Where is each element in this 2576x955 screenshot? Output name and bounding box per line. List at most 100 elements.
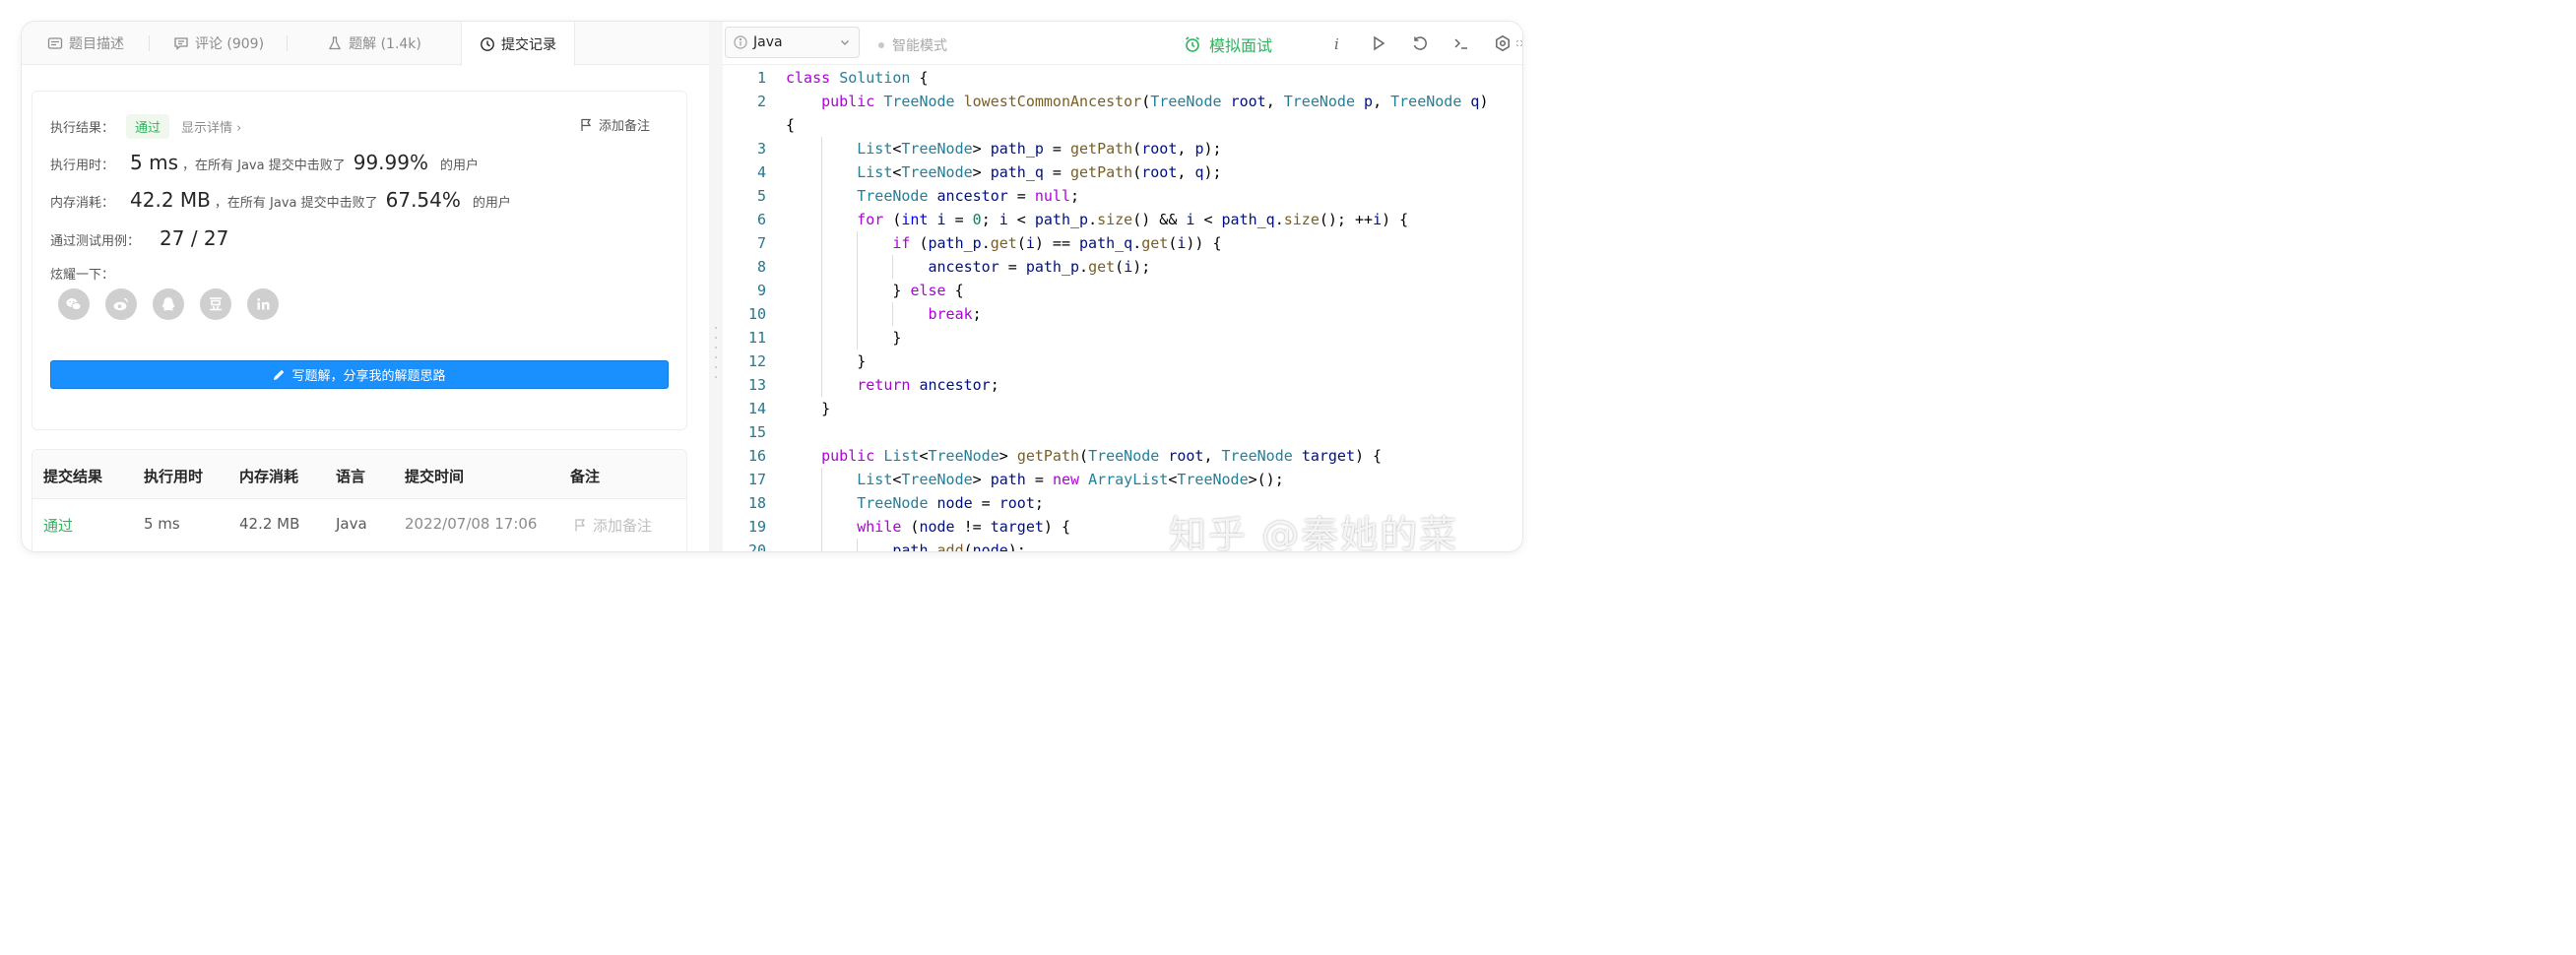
description-icon	[47, 37, 63, 49]
line-number: 1	[756, 69, 766, 87]
column-header-runtime: 执行用时	[144, 468, 204, 485]
line-number: 20	[747, 541, 766, 551]
code-line[interactable]: 1 class Solution {	[723, 66, 1522, 90]
share-linkedin-button[interactable]	[247, 288, 279, 320]
code-line[interactable]: 7 if (path_p.get(i) == path_q.get(i)) {	[723, 231, 1522, 255]
line-number: 16	[747, 447, 766, 465]
smart-mode-toggle[interactable]: 智能模式	[878, 35, 947, 55]
tab-bar: 题目描述 评论 (909) 题解 (1.4k) 提交记录	[22, 22, 709, 66]
share-weibo-button[interactable]	[105, 288, 137, 320]
line-number: 8	[756, 258, 766, 276]
tests-value: 27 / 27	[160, 226, 229, 250]
code-text: }	[786, 352, 867, 370]
runtime-row: 执行用时： 5 ms ，在所有 Java 提交中击败了 99.99% 的用户	[50, 151, 479, 174]
mode-dot-icon	[878, 42, 884, 48]
douban-icon	[210, 297, 222, 311]
code-line[interactable]: 14 }	[723, 397, 1522, 420]
line-number: 7	[756, 234, 766, 252]
comment-icon	[174, 37, 188, 50]
code-text: for (int i = 0; i < path_p.size() && i <…	[857, 211, 1409, 228]
line-number: 17	[747, 471, 766, 488]
flag-icon	[575, 519, 586, 532]
tab-label: 题目描述	[69, 36, 124, 52]
memory-suffix: 的用户	[472, 196, 511, 211]
line-number: 14	[747, 400, 766, 417]
code-line[interactable]: 9 } else {	[723, 279, 1522, 302]
code-line[interactable]: 15	[723, 420, 1522, 444]
code-text: List<TreeNode> path = new ArrayList<Tree…	[857, 471, 1284, 488]
code-line[interactable]: 17 List<TreeNode> path = new ArrayList<T…	[723, 468, 1522, 491]
code-line[interactable]: {	[723, 113, 1522, 137]
write-solution-label: 写题解，分享我的解题思路	[291, 369, 446, 384]
linkedin-icon	[257, 298, 270, 310]
console-icon	[1454, 38, 1467, 49]
run-button[interactable]	[1369, 33, 1388, 53]
row-status[interactable]: 通过	[43, 515, 73, 536]
tab-submissions[interactable]: 提交记录	[461, 22, 575, 66]
code-line[interactable]: 12 }	[723, 350, 1522, 373]
console-button[interactable]	[1451, 33, 1471, 53]
code-line[interactable]: 13 return ancestor;	[723, 373, 1522, 397]
line-number: 10	[747, 305, 766, 323]
code-line[interactable]: 4 List<TreeNode> path_q = getPath(root, …	[723, 160, 1522, 184]
tab-comments[interactable]: 评论 (909)	[150, 22, 288, 65]
column-header-status: 提交结果	[43, 468, 103, 485]
submissions-table: 提交结果 执行用时 内存消耗 语言 提交时间 备注 通过 5 ms 42.2 M…	[32, 449, 687, 551]
runtime-suffix: 的用户	[440, 159, 480, 173]
status-badge: 通过	[126, 114, 170, 139]
row-add-note-button[interactable]: 添加备注	[574, 515, 652, 536]
mock-interview-button[interactable]: 模拟面试	[1184, 32, 1272, 56]
tab-label: 题解 (1.4k)	[349, 36, 421, 52]
code-editor-pane: Java 智能模式 模拟面试 i 1 class Solution {2 pu…	[723, 22, 1522, 551]
line-number: 6	[756, 211, 766, 228]
language-select[interactable]: Java	[725, 27, 860, 58]
info-icon: i	[1334, 35, 1339, 52]
pane-splitter[interactable]	[709, 22, 723, 551]
line-number: 18	[747, 494, 766, 512]
code-area[interactable]: 1 class Solution {2 public TreeNode lowes…	[723, 66, 1522, 551]
add-note-button[interactable]: 添加备注	[580, 115, 650, 134]
run-icon	[1374, 35, 1385, 51]
info-button[interactable]: i	[1327, 33, 1347, 53]
code-line[interactable]: 16 public List<TreeNode> getPath(TreeNod…	[723, 444, 1522, 468]
code-text: if (path_p.get(i) == path_q.get(i)) {	[892, 234, 1222, 252]
info-circle-icon	[734, 35, 747, 49]
code-text: {	[786, 116, 796, 134]
fullscreen-button[interactable]	[1516, 33, 1522, 53]
reset-button[interactable]	[1410, 33, 1430, 53]
code-text: path.add(node);	[892, 541, 1026, 551]
code-line[interactable]: 2 public TreeNode lowestCommonAncestor(T…	[723, 90, 1522, 113]
memory-value: 42.2 MB	[130, 188, 211, 212]
memory-label: 内存消耗：	[50, 196, 115, 211]
settings-icon	[1496, 34, 1510, 52]
code-line[interactable]: 11 }	[723, 326, 1522, 350]
settings-button[interactable]	[1493, 33, 1513, 53]
code-line[interactable]: 5 TreeNode ancestor = null;	[723, 184, 1522, 208]
share-qq-button[interactable]	[153, 288, 184, 320]
share-wechat-button[interactable]	[58, 288, 90, 320]
memory-text: ，在所有 Java 提交中击败了	[214, 196, 378, 211]
code-line[interactable]: 10 break;	[723, 302, 1522, 326]
line-number: 12	[747, 352, 766, 370]
line-number: 3	[756, 140, 766, 158]
fullscreen-icon	[1516, 40, 1522, 46]
tests-row: 通过测试用例： 27 / 27	[50, 226, 232, 250]
show-details-link[interactable]: 显示详情 ›	[181, 117, 241, 136]
column-header-note: 备注	[570, 468, 601, 485]
row-language: Java	[336, 515, 367, 533]
share-douban-button[interactable]	[200, 288, 231, 320]
column-header-language: 语言	[336, 468, 366, 485]
tab-solutions[interactable]: 题解 (1.4k)	[288, 22, 461, 65]
runtime-value: 5 ms	[130, 151, 178, 174]
line-number: 13	[747, 376, 766, 394]
watermark: 知乎 @秦她的菜	[1169, 513, 1459, 551]
code-line[interactable]: 6 for (int i = 0; i < path_p.size() && i…	[723, 208, 1522, 231]
write-solution-button[interactable]: 写题解，分享我的解题思路	[50, 360, 669, 389]
tab-description[interactable]: 题目描述	[22, 22, 150, 65]
code-line[interactable]: 3 List<TreeNode> path_p = getPath(root, …	[723, 137, 1522, 160]
code-line[interactable]: 8 ancestor = path_p.get(i);	[723, 255, 1522, 279]
code-text: }	[786, 329, 902, 347]
result-card: 执行结果： 通过 显示详情 › 添加备注 执行用时： 5 ms ，在所有 Jav…	[32, 91, 687, 430]
flag-icon	[581, 118, 592, 131]
app-window: 题目描述 评论 (909) 题解 (1.4k) 提交记录 执行结果： 通过 显示	[22, 22, 1522, 551]
